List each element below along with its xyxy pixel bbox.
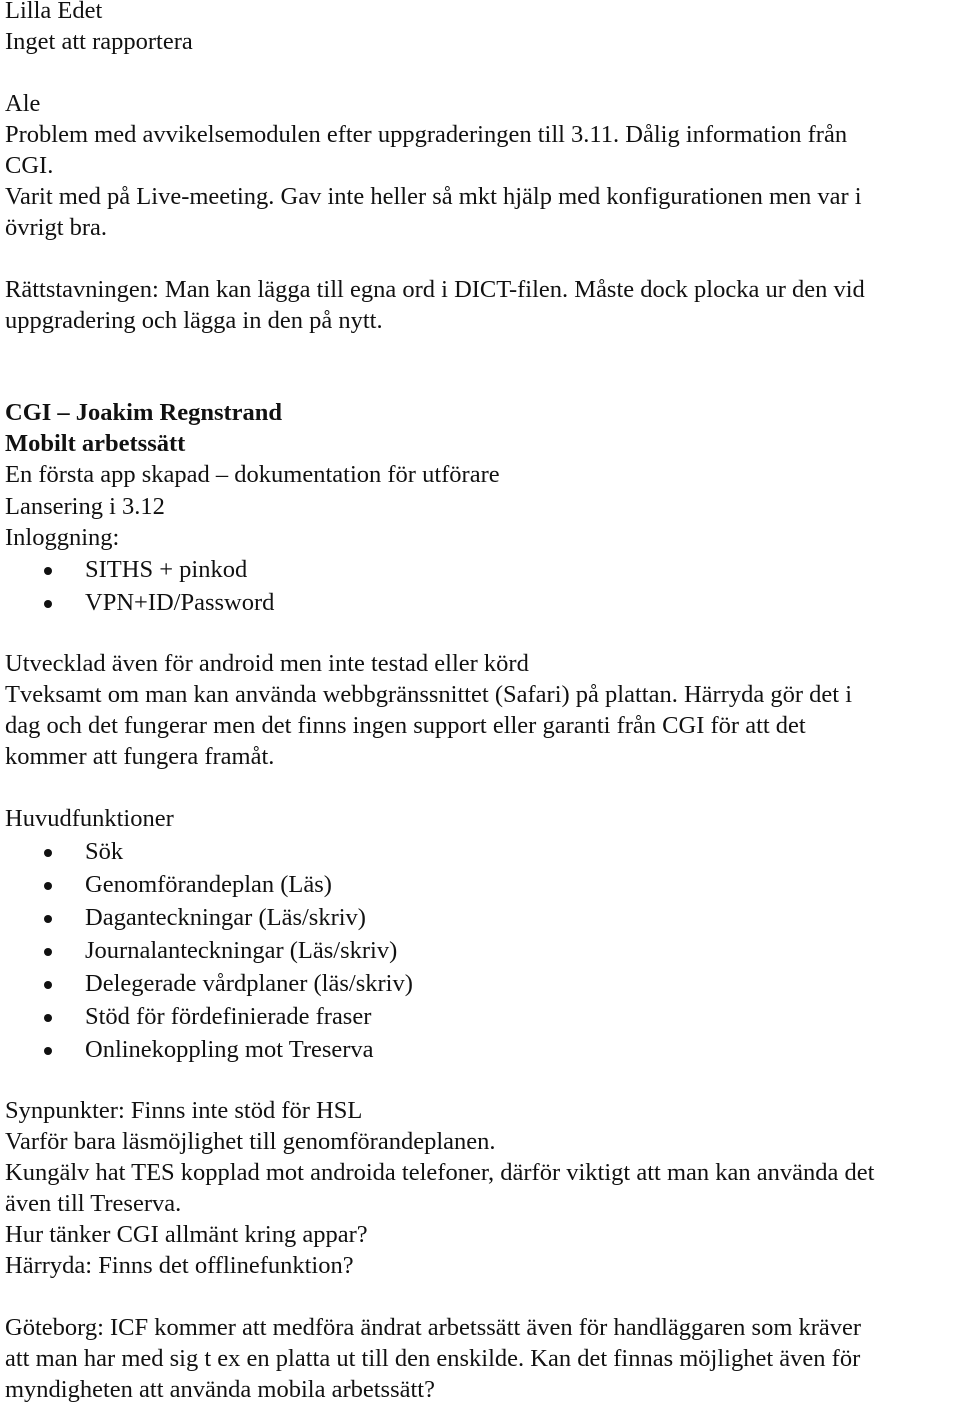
list-item-text: Stöd för fördefinierade fraser <box>85 1003 372 1030</box>
paragraph-line: Göteborg: ICF kommer att medföra ändrat … <box>5 1314 862 1341</box>
list-item-text: SITHS + pinkod <box>85 556 248 583</box>
paragraph-line: övrigt bra. <box>5 214 108 241</box>
paragraph-line: Problem med avvikelsemodulen efter uppgr… <box>5 121 848 148</box>
list-item-text: Daganteckningar (Läs/skriv) <box>85 904 366 931</box>
list-label: Inloggning: <box>5 524 120 551</box>
paragraph-line: myndigheten att använda mobila arbetssät… <box>5 1376 435 1403</box>
bullet-icon <box>44 1047 52 1055</box>
list-item-text: Sök <box>85 838 124 865</box>
list-item-text: Journalanteckningar (Läs/skriv) <box>85 937 398 964</box>
section-subheading: Mobilt arbetssätt <box>5 430 186 457</box>
bullet-icon <box>44 567 52 575</box>
bullet-icon <box>44 1014 52 1022</box>
paragraph-line: Varför bara läsmöjlighet till genomföran… <box>5 1128 496 1155</box>
bullet-icon <box>44 882 52 890</box>
paragraph-line: Härryda: Finns det offlinefunktion? <box>5 1252 354 1279</box>
list-item-text: VPN+ID/Password <box>85 589 275 616</box>
bullet-icon <box>44 849 52 857</box>
paragraph-line: Hur tänker CGI allmänt kring appar? <box>5 1221 368 1248</box>
paragraph-line: Varit med på Live-meeting. Gav inte hell… <box>5 183 862 210</box>
paragraph: Inget att rapportera <box>5 28 193 55</box>
section-heading-cgi: CGI – Joakim Regnstrand <box>5 399 283 426</box>
paragraph-line: Rättstavningen: Man kan lägga till egna … <box>5 276 865 303</box>
paragraph-line: CGI. <box>5 152 54 179</box>
bullet-icon <box>44 948 52 956</box>
paragraph-line: Tveksamt om man kan använda webbgränssni… <box>5 681 853 708</box>
paragraph-line: uppgradering och lägga in den på nytt. <box>5 307 383 334</box>
list-item-text: Onlinekoppling mot Treserva <box>85 1036 374 1063</box>
section-heading-lilla-edet: Lilla Edet <box>5 0 103 24</box>
paragraph-line: att man har med sig t ex en platta ut ti… <box>5 1345 861 1372</box>
paragraph-line: även till Treserva. <box>5 1190 182 1217</box>
paragraph-line: Synpunkter: Finns inte stöd för HSL <box>5 1097 363 1124</box>
paragraph-line: Kungälv hat TES kopplad mot androida tel… <box>5 1159 875 1186</box>
bullet-icon <box>44 600 52 608</box>
bullet-icon <box>44 915 52 923</box>
list-label: Huvudfunktioner <box>5 805 174 832</box>
bullet-icon <box>44 981 52 989</box>
list-item-text: Delegerade vårdplaner (läs/skriv) <box>85 970 413 997</box>
paragraph-line: En första app skapad – dokumentation för… <box>5 461 500 488</box>
section-heading-ale: Ale <box>5 90 41 117</box>
paragraph-line: Lansering i 3.12 <box>5 493 165 520</box>
paragraph-line: dag och det fungerar men det finns ingen… <box>5 712 806 739</box>
paragraph-line: Utvecklad även för android men inte test… <box>5 650 529 677</box>
paragraph-line: kommer att fungera framåt. <box>5 743 275 770</box>
list-item-text: Genomförandeplan (Läs) <box>85 871 332 898</box>
